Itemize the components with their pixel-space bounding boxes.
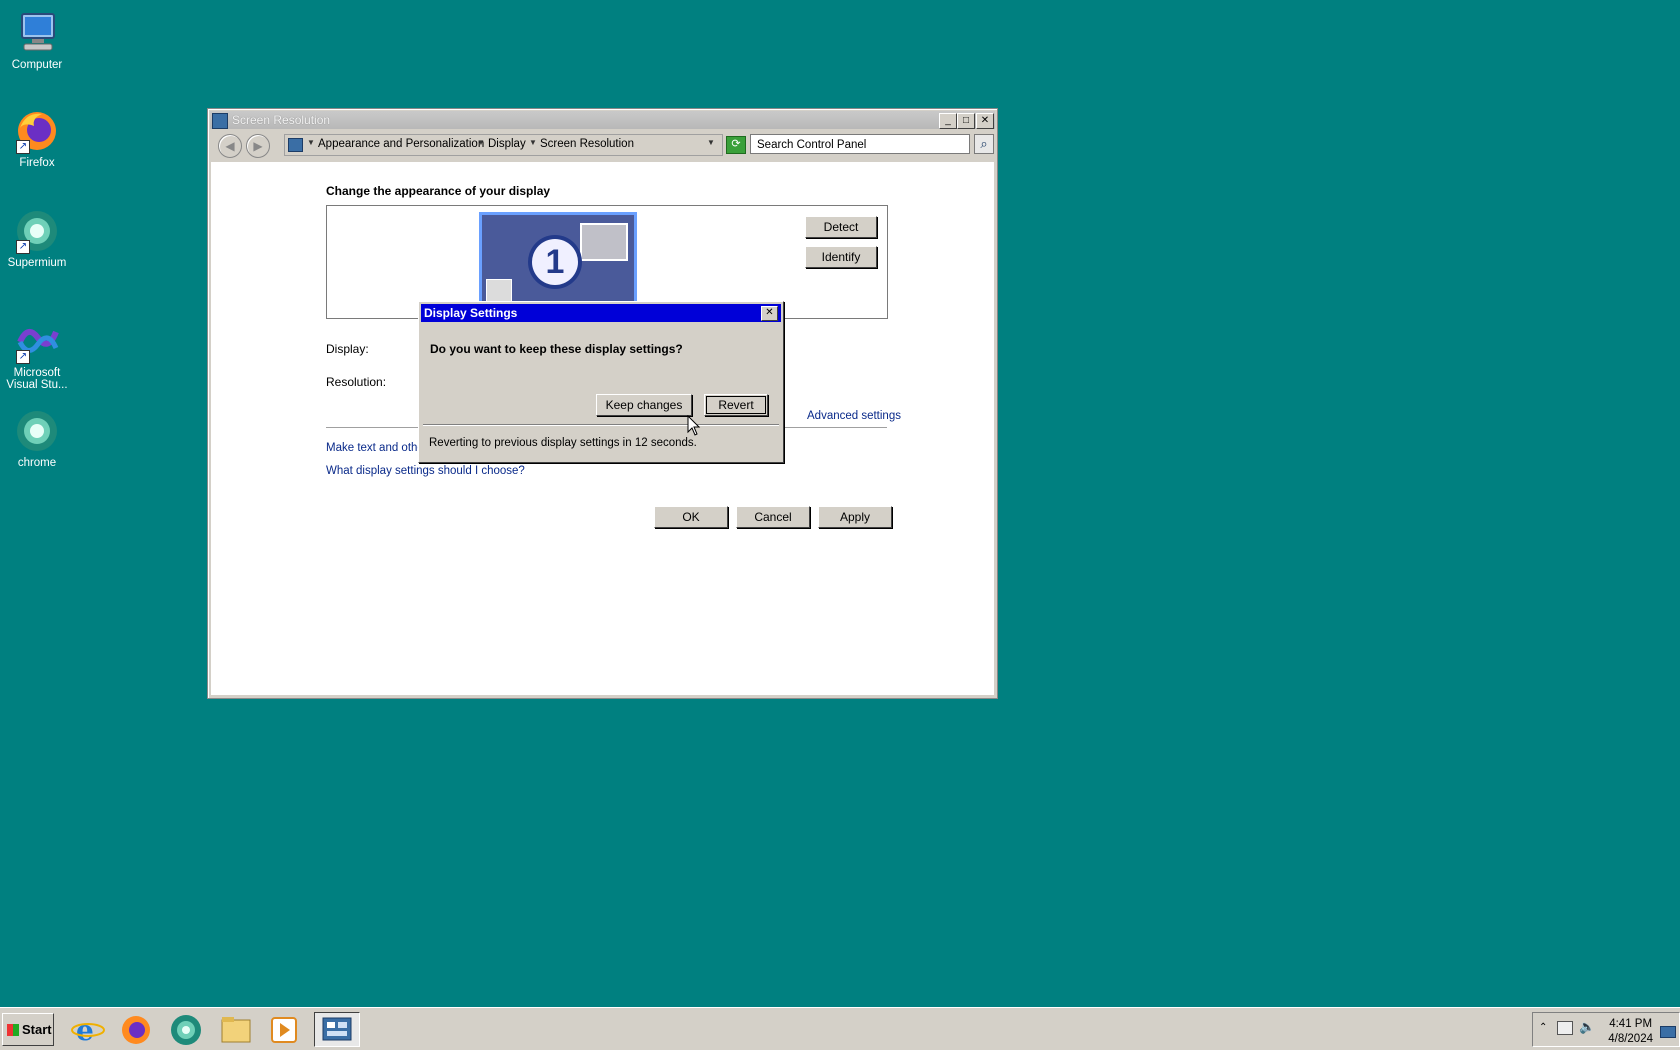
monitor-window-graphic bbox=[580, 223, 628, 261]
taskbar-media-player[interactable] bbox=[264, 1012, 304, 1047]
chevron-down-icon[interactable]: ▼ bbox=[477, 138, 485, 147]
network-icon[interactable] bbox=[1557, 1021, 1573, 1035]
page-title: Change the appearance of your display bbox=[326, 184, 551, 198]
navigation-bar: ◀ ▶ ▼ Appearance and Personalization ▼ D… bbox=[210, 131, 995, 159]
show-desktop-icon[interactable] bbox=[1660, 1026, 1676, 1038]
close-button[interactable]: ✕ bbox=[976, 113, 994, 129]
taskbar-internet-explorer[interactable]: e bbox=[68, 1012, 108, 1047]
clock[interactable]: 4:41 PM 4/8/2024 bbox=[1608, 1017, 1653, 1047]
advanced-settings-link[interactable]: Advanced settings bbox=[807, 410, 901, 422]
volume-muted-icon[interactable]: 🔈 bbox=[1579, 1019, 1595, 1035]
window-titlebar[interactable]: Screen Resolution _ □ ✕ bbox=[210, 111, 995, 129]
desktop-icon-firefox[interactable]: ↗ Firefox bbox=[4, 108, 70, 169]
desktop-icon-visual-studio[interactable]: ↗ Microsoft Visual Stu... bbox=[4, 318, 70, 391]
desktop-icon-label: Computer bbox=[11, 59, 63, 71]
taskbar-file-explorer[interactable] bbox=[216, 1012, 256, 1047]
back-button[interactable]: ◀ bbox=[218, 134, 242, 158]
maximize-button[interactable]: □ bbox=[957, 113, 975, 129]
clock-date: 4/8/2024 bbox=[1608, 1033, 1653, 1045]
taskbar-supermium[interactable] bbox=[166, 1012, 206, 1047]
minimize-button[interactable]: _ bbox=[939, 113, 957, 129]
control-panel-icon bbox=[212, 113, 228, 129]
desktop-icon-label: Microsoft Visual Stu... bbox=[6, 367, 68, 391]
cancel-button[interactable]: Cancel bbox=[736, 506, 810, 528]
dialog-divider bbox=[423, 424, 779, 426]
firefox-icon bbox=[122, 1016, 150, 1044]
shortcut-arrow-icon: ↗ bbox=[16, 140, 30, 154]
desktop-icon-chrome[interactable]: chrome bbox=[4, 408, 70, 469]
shortcut-arrow-icon: ↗ bbox=[16, 350, 30, 364]
display-label: Display: bbox=[326, 342, 369, 356]
desktop-icon-label: Supermium bbox=[7, 257, 67, 269]
desktop-icon-supermium[interactable]: ↗ Supermium bbox=[4, 208, 70, 269]
windows-logo-icon bbox=[7, 1024, 19, 1036]
monitor-1[interactable]: 1 bbox=[479, 212, 637, 312]
address-bar[interactable]: ▼ Appearance and Personalization ▼ Displ… bbox=[284, 134, 723, 156]
dialog-titlebar[interactable]: Display Settings ✕ bbox=[421, 304, 781, 322]
display-settings-dialog: Display Settings ✕ Do you want to keep t… bbox=[418, 301, 784, 463]
taskbar: Start e ⌃ 🔈 4:41 PM 4/8/2024 bbox=[0, 1007, 1680, 1050]
visual-studio-icon: ↗ bbox=[14, 318, 60, 364]
clock-time: 4:41 PM bbox=[1609, 1018, 1653, 1030]
apply-button[interactable]: Apply bbox=[818, 506, 892, 528]
start-button[interactable]: Start bbox=[2, 1013, 54, 1046]
dialog-title: Display Settings bbox=[424, 306, 518, 320]
breadcrumb-display[interactable]: Display bbox=[488, 138, 526, 150]
text-size-link[interactable]: Make text and othe bbox=[326, 442, 424, 454]
dialog-question: Do you want to keep these display settin… bbox=[430, 342, 683, 356]
computer-icon bbox=[14, 10, 60, 56]
breadcrumb-screen-resolution[interactable]: Screen Resolution bbox=[540, 138, 634, 150]
detect-button[interactable]: Detect bbox=[805, 216, 877, 238]
start-label: Start bbox=[22, 1022, 52, 1037]
identify-button[interactable]: Identify bbox=[805, 246, 877, 268]
chevron-down-icon[interactable]: ▼ bbox=[307, 138, 315, 147]
ok-button[interactable]: OK bbox=[654, 506, 728, 528]
svg-text:e: e bbox=[76, 1014, 94, 1047]
countdown-status: Reverting to previous display settings i… bbox=[429, 437, 697, 449]
address-dropdown-icon[interactable]: ▼ bbox=[707, 138, 715, 147]
control-panel-icon bbox=[322, 1017, 352, 1041]
shortcut-arrow-icon: ↗ bbox=[16, 240, 30, 254]
media-player-icon bbox=[271, 1017, 297, 1043]
control-panel-icon bbox=[288, 138, 303, 152]
help-link[interactable]: What display settings should I choose? bbox=[326, 465, 525, 477]
refresh-icon[interactable]: ⟳ bbox=[726, 136, 746, 154]
forward-button[interactable]: ▶ bbox=[246, 134, 270, 158]
show-hidden-icons-icon[interactable]: ⌃ bbox=[1539, 1022, 1547, 1033]
resolution-label: Resolution: bbox=[326, 375, 387, 389]
supermium-icon bbox=[171, 1015, 201, 1045]
internet-explorer-icon: e bbox=[71, 1014, 105, 1047]
window-title: Screen Resolution bbox=[232, 113, 331, 127]
supermium-icon: ↗ bbox=[14, 208, 60, 254]
breadcrumb-appearance[interactable]: Appearance and Personalization bbox=[318, 138, 484, 150]
revert-button[interactable]: Revert bbox=[704, 394, 768, 416]
system-tray: ⌃ 🔈 4:41 PM 4/8/2024 bbox=[1532, 1012, 1680, 1047]
chrome-icon bbox=[14, 408, 60, 454]
chevron-down-icon[interactable]: ▼ bbox=[529, 138, 537, 147]
taskbar-control-panel[interactable] bbox=[314, 1012, 360, 1047]
monitor-number: 1 bbox=[532, 239, 578, 285]
search-input[interactable]: Search Control Panel bbox=[750, 134, 970, 154]
taskbar-firefox[interactable] bbox=[116, 1012, 156, 1047]
close-icon[interactable]: ✕ bbox=[761, 306, 778, 321]
desktop-icon-label: chrome bbox=[17, 457, 57, 469]
file-explorer-icon bbox=[221, 1017, 251, 1043]
search-icon[interactable]: ⌕ bbox=[974, 134, 994, 154]
firefox-icon: ↗ bbox=[14, 108, 60, 154]
desktop-icon-computer[interactable]: Computer bbox=[4, 10, 70, 71]
keep-changes-button[interactable]: Keep changes bbox=[596, 394, 692, 416]
desktop-icon-label: Firefox bbox=[19, 157, 55, 169]
